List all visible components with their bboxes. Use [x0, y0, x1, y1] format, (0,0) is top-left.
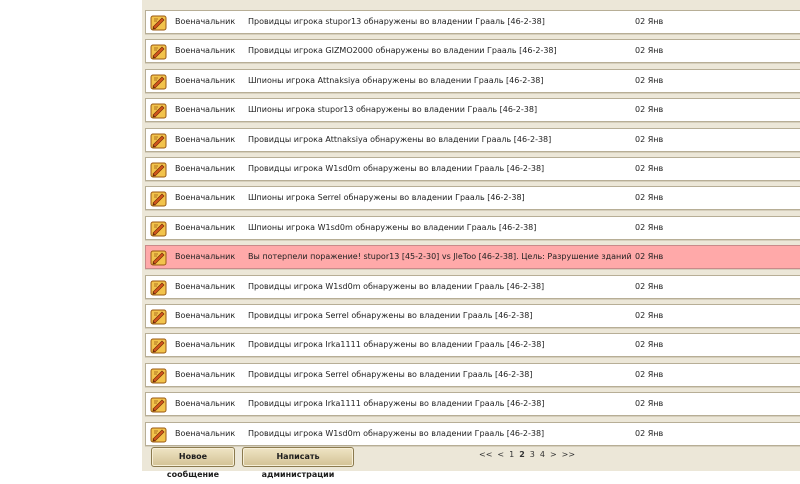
scroll-quill-icon [150, 44, 167, 60]
message-sender: Военачальник [175, 193, 236, 202]
message-footer: Новое сообщение Написать администрации <… [142, 444, 800, 479]
message-sender: Военачальник [175, 17, 236, 26]
message-row[interactable]: Военачальник Провидцы игрока GIZMO2000 об… [145, 39, 800, 63]
page-link[interactable]: << [479, 450, 492, 459]
message-date: 02 Янв [635, 223, 664, 232]
message-subject[interactable]: Провидцы игрока W1sd0m обнаружены во вла… [248, 282, 544, 291]
message-subject[interactable]: Провидцы игрока Attnaksiya обнаружены во… [248, 135, 551, 144]
message-sender: Военачальник [175, 105, 236, 114]
scroll-quill-icon [150, 338, 167, 354]
message-sender: Военачальник [175, 429, 236, 438]
page-link[interactable]: >> [562, 450, 575, 459]
message-date: 02 Янв [635, 76, 664, 85]
scroll-quill-icon [150, 74, 167, 90]
pagination: << <1 2 3 4 > >> [479, 450, 580, 459]
message-row[interactable]: Военачальник Шпионы игрока W1sd0m обнаруж… [145, 216, 800, 240]
message-sender: Военачальник [175, 340, 236, 349]
message-row[interactable]: Военачальник Провидцы игрока Irka1111 обн… [145, 392, 800, 416]
scroll-quill-icon [150, 309, 167, 325]
message-subject[interactable]: Шпионы игрока Serrel обнаружены во владе… [248, 193, 525, 202]
message-date: 02 Янв [635, 17, 664, 26]
message-row[interactable]: Военачальник Провидцы игрока W1sd0m обнар… [145, 275, 800, 299]
message-sender: Военачальник [175, 76, 236, 85]
scroll-quill-icon [150, 191, 167, 207]
message-subject[interactable]: Шпионы игрока W1sd0m обнаружены во владе… [248, 223, 536, 232]
page-link[interactable]: 1 [509, 450, 514, 459]
message-subject[interactable]: Вы потерпели поражение! stupor13 [45-2-3… [248, 252, 632, 261]
message-subject[interactable]: Провидцы игрока W1sd0m обнаружены во вла… [248, 164, 544, 173]
page-link[interactable]: > [550, 450, 557, 459]
scroll-quill-icon [150, 15, 167, 31]
scroll-quill-icon [150, 427, 167, 443]
scroll-quill-icon [150, 397, 167, 413]
message-date: 02 Янв [635, 193, 664, 202]
message-subject[interactable]: Провидцы игрока Serrel обнаружены во вла… [248, 370, 532, 379]
message-subject[interactable]: Шпионы игрока Attnaksiya обнаружены во в… [248, 76, 544, 85]
scroll-quill-icon [150, 133, 167, 149]
message-date: 02 Янв [635, 340, 664, 349]
message-row[interactable]: Военачальник Провидцы игрока Serrel обнар… [145, 363, 800, 387]
message-date: 02 Янв [635, 164, 664, 173]
message-subject[interactable]: Провидцы игрока W1sd0m обнаружены во вла… [248, 429, 544, 438]
page-link[interactable]: 3 [530, 450, 535, 459]
message-subject[interactable]: Провидцы игрока stupor13 обнаружены во в… [248, 17, 545, 26]
message-row[interactable]: Военачальник Шпионы игрока Attnaksiya обн… [145, 69, 800, 93]
message-row[interactable]: Военачальник Провидцы игрока stupor13 обн… [145, 10, 800, 34]
scroll-quill-icon [150, 280, 167, 296]
message-subject[interactable]: Провидцы игрока Irka1111 обнаружены во в… [248, 340, 544, 349]
message-sender: Военачальник [175, 399, 236, 408]
message-date: 02 Янв [635, 399, 664, 408]
message-subject[interactable]: Провидцы игрока Irka1111 обнаружены во в… [248, 399, 544, 408]
page-link[interactable]: < [497, 450, 504, 459]
message-date: 02 Янв [635, 135, 664, 144]
scroll-quill-icon [150, 250, 167, 266]
message-sender: Военачальник [175, 164, 236, 173]
message-date: 02 Янв [635, 105, 664, 114]
message-row[interactable]: Военачальник Провидцы игрока W1sd0m обнар… [145, 157, 800, 181]
message-subject[interactable]: Шпионы игрока stupor13 обнаружены во вла… [248, 105, 537, 114]
scroll-quill-icon [150, 162, 167, 178]
message-row[interactable]: Военачальник Провидцы игрока Attnaksiya о… [145, 128, 800, 152]
message-subject[interactable]: Провидцы игрока Serrel обнаружены во вла… [248, 311, 532, 320]
message-date: 02 Янв [635, 311, 664, 320]
messages-panel: Военачальник Провидцы игрока stupor13 обн… [142, 0, 800, 479]
scroll-quill-icon [150, 103, 167, 119]
message-row[interactable]: Военачальник Провидцы игрока Serrel обнар… [145, 304, 800, 328]
message-date: 02 Янв [635, 252, 664, 261]
message-date: 02 Янв [635, 429, 664, 438]
scroll-quill-icon [150, 221, 167, 237]
message-row[interactable]: Военачальник Провидцы игрока W1sd0m обнар… [145, 422, 800, 446]
message-sender: Военачальник [175, 370, 236, 379]
message-subject[interactable]: Провидцы игрока GIZMO2000 обнаружены во … [248, 46, 557, 55]
message-sender: Военачальник [175, 223, 236, 232]
message-row[interactable]: Военачальник Провидцы игрока Irka1111 обн… [145, 333, 800, 357]
new-message-button[interactable]: Новое сообщение [151, 447, 235, 479]
message-date: 02 Янв [635, 370, 664, 379]
message-date: 02 Янв [635, 282, 664, 291]
message-row[interactable]: Военачальник Шпионы игрока Serrel обнаруж… [145, 186, 800, 210]
message-sender: Военачальник [175, 311, 236, 320]
write-admin-button[interactable]: Написать администрации [242, 447, 354, 479]
message-row-alert[interactable]: Военачальник Вы потерпели поражение! stup… [145, 245, 800, 269]
message-sender: Военачальник [175, 135, 236, 144]
scroll-quill-icon [150, 368, 167, 384]
message-row[interactable]: Военачальник Шпионы игрока stupor13 обнар… [145, 98, 800, 122]
message-sender: Военачальник [175, 252, 236, 261]
message-sender: Военачальник [175, 46, 236, 55]
page-link[interactable]: 2 [519, 450, 525, 459]
message-date: 02 Янв [635, 46, 664, 55]
page-link[interactable]: 4 [540, 450, 545, 459]
message-sender: Военачальник [175, 282, 236, 291]
